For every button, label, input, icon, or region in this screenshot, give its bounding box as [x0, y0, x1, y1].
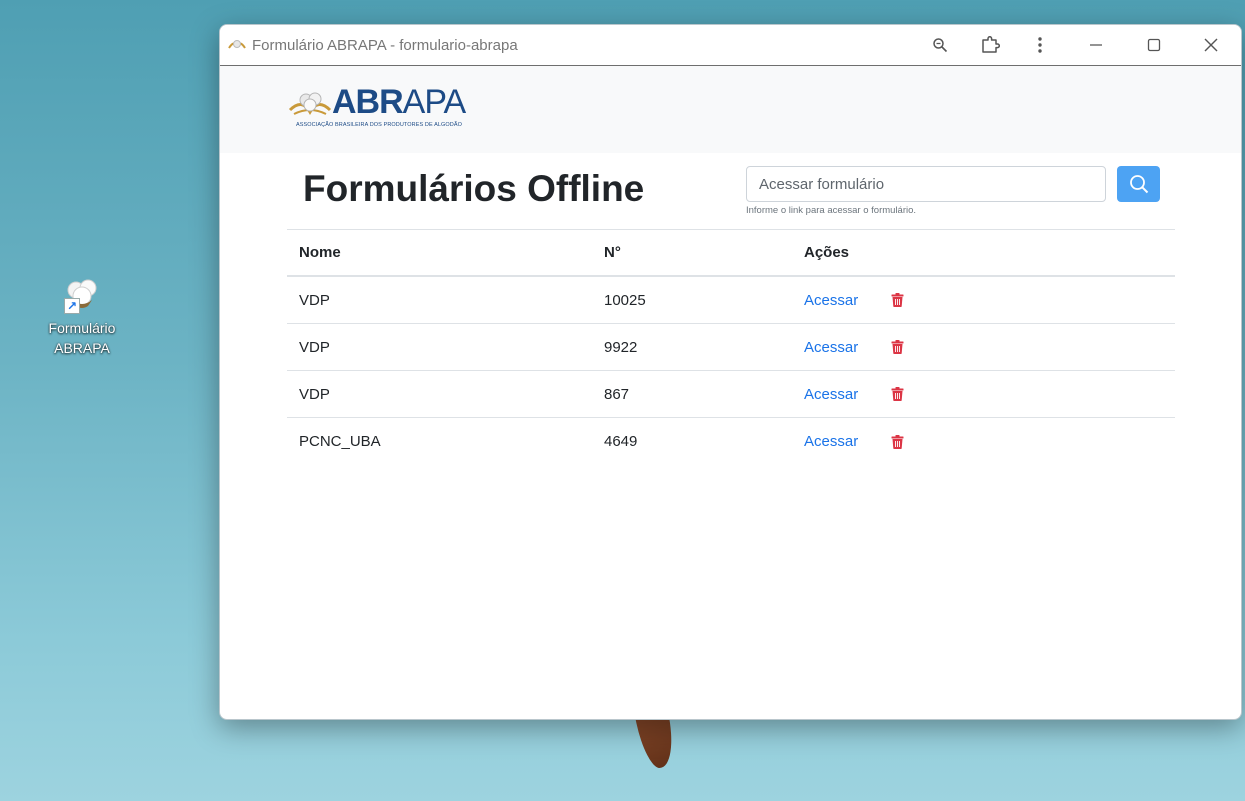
table-row: VDP 10025 Acessar — [287, 277, 1175, 324]
minimize-button[interactable] — [1065, 25, 1127, 65]
form-link-input[interactable] — [746, 166, 1106, 202]
extensions-button[interactable] — [965, 25, 1015, 65]
table-row: VDP 867 Acessar — [287, 371, 1175, 418]
delete-button[interactable] — [891, 340, 904, 354]
kebab-menu-icon — [1038, 37, 1042, 53]
minimize-icon — [1090, 44, 1102, 46]
app-window: Formulário ABRAPA - formulario-abrapa AB… — [219, 24, 1242, 720]
abrapa-logo: ABRAPA ASSOCIAÇÃO BRASILEIRA DOS PRODUTO… — [288, 83, 466, 128]
desktop-shortcut-formulario-abrapa[interactable]: ↗ Formulário ABRAPA — [40, 274, 124, 358]
delete-button[interactable] — [891, 387, 904, 401]
more-menu-button[interactable] — [1015, 25, 1065, 65]
logo-tagline: ASSOCIAÇÃO BRASILEIRA DOS PRODUTORES DE … — [296, 122, 462, 128]
delete-button[interactable] — [891, 434, 904, 449]
row-name: VDP — [299, 291, 330, 309]
trash-icon — [891, 340, 904, 354]
offline-forms-table: Nome N° Ações VDP 10025 Acessar VDP 9922… — [287, 229, 1175, 465]
row-name: PCNC_UBA — [299, 433, 381, 450]
wallpaper-feather — [634, 712, 680, 768]
title-bar[interactable]: Formulário ABRAPA - formulario-abrapa — [220, 25, 1241, 66]
row-number: 10025 — [604, 291, 646, 309]
row-name: VDP — [299, 338, 330, 356]
row-number: 867 — [604, 385, 630, 403]
header-nome: Nome — [299, 244, 341, 261]
zoom-button[interactable] — [915, 25, 965, 65]
table-row: PCNC_UBA 4649 Acessar — [287, 418, 1175, 465]
table-row: VDP 9922 Acessar — [287, 324, 1175, 371]
close-button[interactable] — [1181, 25, 1241, 65]
puzzle-icon — [982, 35, 1000, 53]
maximize-icon — [1147, 38, 1161, 52]
row-number: 4649 — [604, 433, 638, 450]
access-link[interactable]: Acessar — [804, 433, 858, 450]
window-title: Formulário ABRAPA - formulario-abrapa — [252, 36, 518, 54]
desktop-shortcut-label: Formulário ABRAPA — [48, 320, 116, 356]
header-numero: N° — [604, 244, 621, 261]
zoom-icon — [933, 38, 948, 53]
search-help-text: Informe o link para acessar o formulário… — [746, 205, 917, 216]
search-button[interactable] — [1117, 166, 1160, 202]
row-name: VDP — [299, 385, 330, 403]
access-link[interactable]: Acessar — [804, 339, 858, 356]
search-icon — [1129, 175, 1148, 194]
access-link[interactable]: Acessar — [804, 292, 858, 309]
trash-icon — [891, 387, 904, 401]
cotton-app-icon — [228, 40, 246, 49]
maximize-button[interactable] — [1127, 25, 1181, 65]
cotton-logo-icon — [288, 92, 332, 116]
shortcut-arrow-icon: ↗ — [64, 298, 80, 314]
header-acoes: Ações — [804, 244, 850, 261]
trash-icon — [891, 293, 904, 307]
table-header-row: Nome N° Ações — [287, 230, 1175, 277]
logo-wordmark: ABRAPA — [332, 83, 466, 121]
row-number: 9922 — [604, 338, 638, 356]
access-link[interactable]: Acessar — [804, 386, 858, 403]
delete-button[interactable] — [891, 293, 904, 307]
trash-icon — [891, 434, 904, 449]
page-header: ABRAPA ASSOCIAÇÃO BRASILEIRA DOS PRODUTO… — [220, 66, 1241, 153]
close-icon — [1204, 38, 1218, 52]
page-title: Formulários Offline — [303, 168, 645, 209]
search-group: Informe o link para acessar o formulário… — [746, 166, 1106, 216]
cotton-icon: ↗ — [62, 274, 102, 314]
